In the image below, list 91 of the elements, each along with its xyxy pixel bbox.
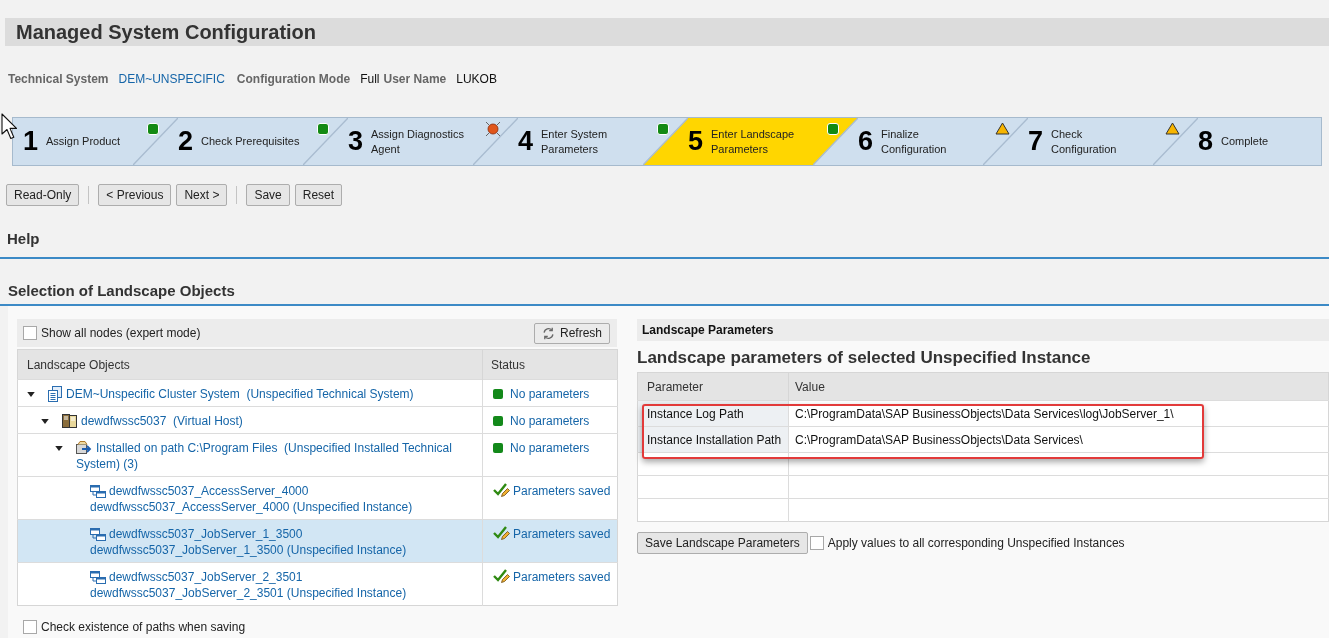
section-heading: Selection of Landscape Objects [7,282,236,299]
step-number: 2 [178,128,194,155]
mouse-cursor-icon [1,113,19,140]
step-number: 8 [1198,128,1214,155]
status-link[interactable]: No parameters [510,413,590,429]
instance-description-link[interactable]: dewdfwssc5037_JobServer_1_3500 (Unspecified Instance) [90,542,407,558]
status-square-icon [657,123,669,135]
toolbar-button[interactable]: < Previous [98,184,172,206]
checkbox[interactable] [23,620,37,634]
tree-row[interactable]: dewdfwssc5037_JobServer_2_3501 dewdfwssc5037_JobServer_2_3501 (Unspecified Instance) Parameters saved [17,562,618,606]
column-header: Parameter [637,372,789,401]
value-cell: C:\ProgramData\SAP BusinessObjects\Data Services\ [788,426,1329,453]
status-link[interactable]: Parameters saved [513,483,611,499]
field-label: User Name [383,71,447,88]
status-link[interactable]: No parameters [510,386,590,402]
field-label: Technical System [8,71,109,88]
warning-icon [1165,122,1180,135]
wizard-step[interactable]: 2 Check Prerequisites [178,118,348,165]
step-number: 6 [858,128,874,155]
step-number: 4 [518,128,534,155]
status-link[interactable]: Parameters saved [513,526,611,542]
step-number: 7 [1028,128,1044,155]
field-value: LUKOB [456,71,497,88]
step-label: Enter Landscape Parameters [711,126,795,157]
status-link[interactable]: Parameters saved [513,569,611,585]
expand-toggle-icon[interactable] [27,391,35,397]
instance-description-link[interactable]: dewdfwssc5037_AccessServer_4000 (Unspecified Instance) [90,499,413,515]
tree-node-link[interactable]: DEM~Unspecific Cluster System (Unspecified Technical System) [48,386,414,402]
checkbox-label: Show all nodes (expert mode) [41,325,201,342]
check-pencil-icon [493,483,510,498]
status-burst-icon [485,121,501,137]
check-pencil-icon [493,569,510,584]
value-cell: C:\ProgramData\SAP BusinessObjects\Data Services\log\JobServer_1\ [788,400,1329,427]
parameter-cell: Instance Log Path [637,400,789,427]
refresh-button[interactable]: Refresh [534,322,610,344]
step-label: Assign Diagnostics Agent [371,126,464,157]
field-value: Full [360,71,380,88]
tree-row[interactable]: DEM~Unspecific Cluster System (Unspecified Technical System) No parameters [17,379,618,407]
refresh-icon [542,326,555,340]
instance-link[interactable]: dewdfwssc5037_AccessServer_4000 [109,483,309,499]
panel-header: Landscape Parameters [637,319,1329,341]
step-number: 3 [348,128,364,155]
tree-row[interactable]: dewdfwssc5037_AccessServer_4000 dewdfwssc5037_AccessServer_4000 (Unspecified Instance) Parameters saved [17,476,618,520]
tree-node-link[interactable]: Installed on path C:\Program Files (Unspecified Installed Technical System) (3) [76,440,476,472]
checkbox[interactable] [23,326,37,340]
checkbox-label: Check existence of paths when saving [41,619,246,636]
tree-row[interactable]: dewdfwssc5037 (Virtual Host) No parameters [17,406,618,434]
tree-node-link[interactable]: dewdfwssc5037 (Virtual Host) [62,413,243,429]
field-label: Configuration Mode [236,71,351,88]
status-square-icon [317,123,329,135]
tree-row[interactable]: dewdfwssc5037_JobServer_1_3500 dewdfwssc5037_JobServer_1_3500 (Unspecified Instance) Parameters saved [17,519,618,563]
field-link[interactable]: DEM~UNSPECIFIC [118,70,225,88]
column-header: Landscape Objects [17,349,483,380]
expand-toggle-icon[interactable] [41,418,49,424]
toolbar-button[interactable]: Save [246,184,290,206]
step-label: Enter System Parameters [541,126,608,157]
step-label: Finalize Configuration [881,126,947,157]
status-square-icon [147,123,159,135]
toolbar-button[interactable]: Next > [176,184,228,206]
instance-link[interactable]: dewdfwssc5037_JobServer_1_3500 [109,526,303,542]
linked-windows-icon [90,484,106,498]
expand-toggle-icon[interactable] [55,445,63,451]
step-label: Complete [1221,134,1269,149]
status-link[interactable]: No parameters [510,440,590,456]
toolbar-button[interactable]: Reset [294,184,343,206]
parameter-cell: Instance Installation Path [637,426,789,453]
toolbar-button[interactable]: Read-Only [6,184,80,206]
column-header: Value [788,372,1329,401]
step-number: 5 [688,128,704,155]
instance-description-link[interactable]: dewdfwssc5037_JobServer_2_3501 (Unspecified Instance) [90,585,407,601]
package-arrow-icon [76,440,93,456]
server-pair-icon [62,413,77,429]
tree-row[interactable]: Installed on path C:\Program Files (Unspecified Installed Technical System) (3) No parameters [17,433,618,477]
step-label: Check Configuration [1051,126,1117,157]
server-stack-icon [48,386,62,402]
step-label: Check Prerequisites [201,134,300,149]
linked-windows-icon [90,527,106,541]
panel-title: Landscape parameters of selected Unspecified Instance [637,348,1092,368]
warning-icon [995,122,1010,135]
page-title: Managed System Configuration [16,22,317,42]
section-heading: Help [6,230,41,247]
column-header: Status [482,349,618,380]
instance-link[interactable]: dewdfwssc5037_JobServer_2_3501 [109,569,303,585]
checkbox[interactable] [809,536,824,550]
step-label: Assign Product [46,134,120,149]
checkbox-label: Apply values to all corresponding Unspecified Instances [827,535,1125,552]
check-pencil-icon [493,526,510,541]
linked-windows-icon [90,570,106,584]
status-square-icon [827,123,839,135]
save-parameters-button[interactable]: Save Landscape Parameters [637,532,808,554]
step-number: 1 [23,128,39,155]
